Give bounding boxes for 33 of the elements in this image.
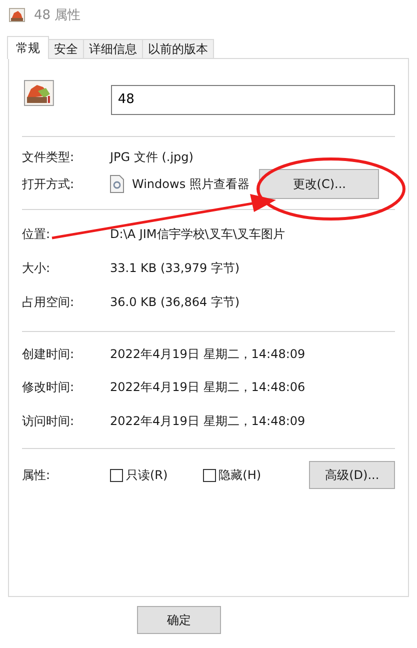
field-label: 属性: (22, 466, 52, 484)
document-icon (110, 175, 124, 193)
field-value: D:\A JIM信宇学校\叉车\叉车图片 (110, 226, 285, 242)
file-name-field[interactable]: 48 (110, 84, 395, 114)
field-value: 33.1 KB (33,979 字节) (110, 260, 240, 276)
change-button[interactable]: 更改(C)... (259, 169, 380, 199)
field-label: 创建时间: (22, 346, 76, 363)
field-value: Windows 照片查看器 (132, 176, 250, 192)
field-label: 占用空间: (22, 294, 76, 310)
tab[interactable]: 安全 (48, 39, 84, 58)
ok-button[interactable]: 确定 (137, 606, 221, 634)
image-file-icon (9, 8, 25, 22)
field-label: 大小: (22, 260, 52, 276)
checkbox[interactable] (110, 468, 123, 482)
tab[interactable]: 详细信息 (83, 39, 143, 58)
field-value: 2022年4月19日 星期二，14:48:09 (110, 412, 306, 430)
checkbox[interactable] (202, 468, 216, 482)
image-file-icon (24, 80, 54, 106)
field-label: 位置: (22, 226, 52, 242)
field-label: 打开方式: (22, 176, 76, 192)
field-value: 2022年4月19日 星期二，14:48:06 (110, 379, 306, 396)
field-value: JPG 文件 (.jpg) (110, 148, 194, 166)
tab[interactable]: 常规 (7, 36, 49, 59)
field-label: 文件类型: (22, 148, 76, 166)
advanced-button[interactable]: 高级(D)... (309, 461, 395, 489)
tab[interactable]: 以前的版本 (142, 39, 214, 58)
field-label: 访问时间: (22, 412, 76, 430)
field-label: 修改时间: (22, 379, 76, 396)
field-value: 2022年4月19日 星期二，14:48:09 (110, 346, 306, 363)
checkbox-label: 只读(R) (126, 466, 168, 484)
field-value: 36.0 KB (36,864 字节) (110, 294, 240, 310)
window-title: 48 属性 (34, 7, 81, 24)
checkbox-label: 隐藏(H) (218, 466, 262, 484)
